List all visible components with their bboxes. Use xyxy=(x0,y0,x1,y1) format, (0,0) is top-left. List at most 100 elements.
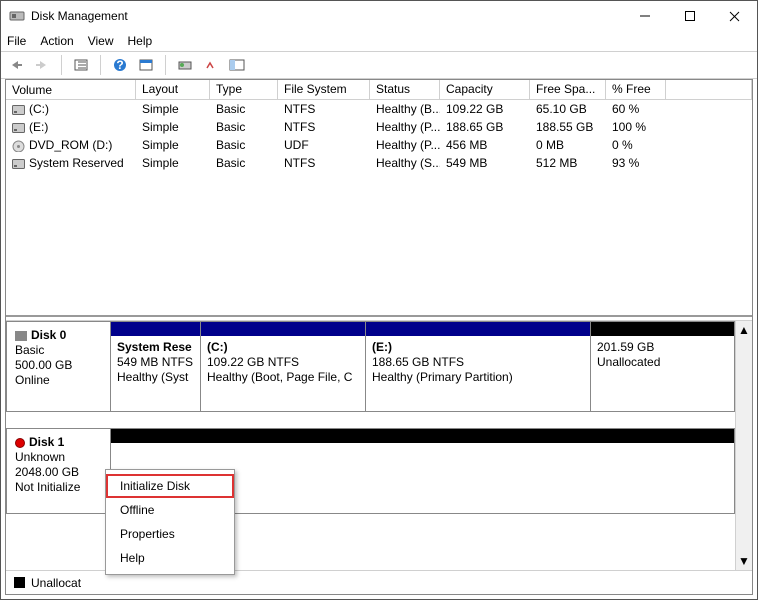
cell-layout: Simple xyxy=(136,138,210,152)
settings-button[interactable] xyxy=(135,54,157,76)
disk0-size: 500.00 GB xyxy=(15,358,102,373)
context-menu: Initialize Disk Offline Properties Help xyxy=(105,469,235,575)
help-button[interactable]: ? xyxy=(109,54,131,76)
cell-free: 512 MB xyxy=(530,156,606,170)
window-title: Disk Management xyxy=(31,9,128,23)
col-spare xyxy=(666,80,752,99)
cell-capacity: 109.22 GB xyxy=(440,102,530,116)
volume-icon xyxy=(12,104,25,114)
forward-button[interactable] xyxy=(31,54,53,76)
views-button[interactable] xyxy=(70,54,92,76)
part-sysreserved[interactable]: System Rese549 MB NTFSHealthy (Syst xyxy=(111,322,201,411)
legend-swatch-unallocated xyxy=(14,577,25,588)
titlebar: Disk Management xyxy=(1,1,757,31)
disk-icon xyxy=(15,331,27,341)
disk1-title: Disk 1 xyxy=(29,435,64,450)
col-capacity[interactable]: Capacity xyxy=(440,80,530,99)
volume-table: Volume Layout Type File System Status Ca… xyxy=(6,80,752,315)
table-row[interactable]: (C:) SimpleBasicNTFSHealthy (B...109.22 G… xyxy=(6,100,752,118)
svg-text:?: ? xyxy=(116,58,123,72)
part-e[interactable]: (E:)188.65 GB NTFSHealthy (Primary Parti… xyxy=(366,322,591,411)
col-status[interactable]: Status xyxy=(370,80,440,99)
cell-pct: 100 % xyxy=(606,120,666,134)
cell-pct: 60 % xyxy=(606,102,666,116)
app-icon xyxy=(9,8,25,24)
cell-pct: 93 % xyxy=(606,156,666,170)
col-filesystem[interactable]: File System xyxy=(278,80,370,99)
cell-layout: Simple xyxy=(136,156,210,170)
cell-free: 65.10 GB xyxy=(530,102,606,116)
part-c[interactable]: (C:)109.22 GB NTFSHealthy (Boot, Page Fi… xyxy=(201,322,366,411)
cell-status: Healthy (P... xyxy=(370,138,440,152)
part-unallocated-d0[interactable]: 201.59 GBUnallocated xyxy=(591,322,734,411)
volume-icon xyxy=(12,140,25,150)
cell-fs: UDF xyxy=(278,138,370,152)
disk0-type: Basic xyxy=(15,343,102,358)
minimize-button[interactable] xyxy=(622,1,667,31)
table-row[interactable]: System Reserved SimpleBasicNTFSHealthy (S… xyxy=(6,154,752,172)
menu-action[interactable]: Action xyxy=(40,34,73,48)
menubar: File Action View Help xyxy=(1,31,757,51)
scroll-up-icon[interactable]: ▲ xyxy=(738,323,750,337)
col-volume[interactable]: Volume xyxy=(6,80,136,99)
rescan-button[interactable] xyxy=(200,54,222,76)
cell-status: Healthy (S... xyxy=(370,156,440,170)
disk-management-window: Disk Management File Action View Help ? xyxy=(0,0,758,600)
ctx-initialize-disk[interactable]: Initialize Disk xyxy=(106,474,234,498)
volume-name: (C:) xyxy=(29,102,49,116)
col-pctfree[interactable]: % Free xyxy=(606,80,666,99)
volume-table-header: Volume Layout Type File System Status Ca… xyxy=(6,80,752,100)
cell-fs: NTFS xyxy=(278,156,370,170)
disk1-label: Disk 1 Unknown 2048.00 GB Not Initialize xyxy=(6,428,111,514)
volume-icon xyxy=(12,122,25,132)
cell-free: 0 MB xyxy=(530,138,606,152)
ctx-offline[interactable]: Offline xyxy=(106,498,234,522)
ctx-properties[interactable]: Properties xyxy=(106,522,234,546)
cell-free: 188.55 GB xyxy=(530,120,606,134)
cell-fs: NTFS xyxy=(278,102,370,116)
cell-capacity: 456 MB xyxy=(440,138,530,152)
table-row[interactable]: DVD_ROM (D:) SimpleBasicUDFHealthy (P...4… xyxy=(6,136,752,154)
col-free[interactable]: Free Spa... xyxy=(530,80,606,99)
disk1-type: Unknown xyxy=(15,450,102,465)
legend-unallocated-label: Unallocat xyxy=(31,576,81,590)
cell-status: Healthy (P... xyxy=(370,120,440,134)
table-row[interactable]: (E:) SimpleBasicNTFSHealthy (P...188.65 G… xyxy=(6,118,752,136)
disk1-size: 2048.00 GB xyxy=(15,465,102,480)
cell-type: Basic xyxy=(210,120,278,134)
scrollbar[interactable]: ▲ ▼ xyxy=(735,321,752,570)
toolbar: ? xyxy=(1,51,757,79)
cell-pct: 0 % xyxy=(606,138,666,152)
cell-status: Healthy (B... xyxy=(370,102,440,116)
refresh-button[interactable] xyxy=(174,54,196,76)
cell-type: Basic xyxy=(210,102,278,116)
col-layout[interactable]: Layout xyxy=(136,80,210,99)
cell-layout: Simple xyxy=(136,120,210,134)
menu-file[interactable]: File xyxy=(7,34,26,48)
disk0-title: Disk 0 xyxy=(31,328,66,343)
cell-type: Basic xyxy=(210,138,278,152)
cell-capacity: 188.65 GB xyxy=(440,120,530,134)
volume-icon xyxy=(12,158,25,168)
cell-capacity: 549 MB xyxy=(440,156,530,170)
list-button[interactable] xyxy=(226,54,248,76)
menu-view[interactable]: View xyxy=(88,34,114,48)
disk0-state: Online xyxy=(15,373,102,388)
disk-error-icon xyxy=(15,438,25,448)
col-type[interactable]: Type xyxy=(210,80,278,99)
volume-name: DVD_ROM (D:) xyxy=(29,138,112,152)
volume-name: System Reserved xyxy=(29,156,124,170)
cell-type: Basic xyxy=(210,156,278,170)
disk0-label: Disk 0 Basic 500.00 GB Online xyxy=(6,321,111,412)
close-button[interactable] xyxy=(712,1,757,31)
volume-name: (E:) xyxy=(29,120,48,134)
maximize-button[interactable] xyxy=(667,1,712,31)
scroll-down-icon[interactable]: ▼ xyxy=(738,554,750,568)
cell-fs: NTFS xyxy=(278,120,370,134)
disk1-state: Not Initialize xyxy=(15,480,102,495)
ctx-help[interactable]: Help xyxy=(106,546,234,570)
cell-layout: Simple xyxy=(136,102,210,116)
menu-help[interactable]: Help xyxy=(128,34,153,48)
disk-row-0[interactable]: Disk 0 Basic 500.00 GB Online System Res… xyxy=(6,321,735,416)
back-button[interactable] xyxy=(5,54,27,76)
